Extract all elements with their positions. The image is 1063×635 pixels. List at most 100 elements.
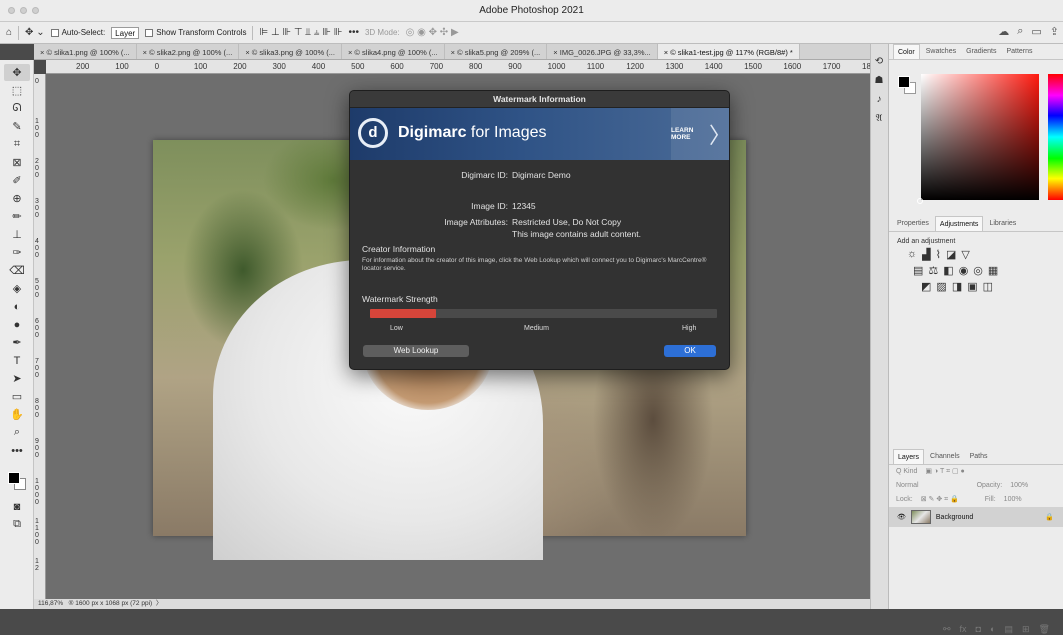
layer-row-background[interactable]: 👁 Background 🔒 [889,507,1063,527]
learn-more-button[interactable]: LEARN MORE 〉 [671,108,729,160]
ok-button[interactable]: OK [664,345,716,357]
type-tool-icon[interactable]: T [4,352,30,369]
blur-tool-icon[interactable]: ◐ [4,298,30,315]
gradient-map-icon[interactable]: ◫ [983,280,993,293]
document-tab[interactable]: × IMG_0026.JPG @ 33,3%... [547,44,658,59]
stamp-tool-icon[interactable]: ⊥ [4,226,30,243]
vibrance-icon[interactable]: ▽ [961,248,969,261]
character-icon[interactable]: 𝔄 [876,113,883,124]
trash-icon[interactable]: 🗑 [1039,624,1050,635]
panel-tab[interactable]: Patterns [1002,44,1036,59]
threshold-icon[interactable]: ◨ [952,280,962,293]
workspace-icon[interactable]: ▭ [1031,25,1041,38]
more-icon[interactable]: ••• [348,27,359,38]
foreground-color-swatch[interactable] [8,472,20,484]
marquee-tool-icon[interactable]: ⬚ [4,82,30,99]
hue-sat-icon[interactable]: ▤ [913,264,923,277]
move-tool-icon[interactable]: ✥ [4,64,30,81]
color-lookup-icon[interactable]: ▦ [988,264,998,277]
align-icons[interactable]: ⊫ ⊥ ⊪ ⊤ ⫫ ⫨ ⊪ ⊪ [259,27,342,38]
path-select-tool-icon[interactable]: ➤ [4,370,30,387]
photo-filter-icon[interactable]: ◉ [959,264,969,277]
curves-icon[interactable]: ⌇ [936,248,941,261]
panel-tab[interactable]: Layers [893,449,925,464]
auto-select-dropdown[interactable]: Layer [111,26,140,39]
hue-slider[interactable] [1048,74,1063,200]
fx-icon[interactable]: fx [960,624,967,635]
mask-icon[interactable]: ◘ [976,624,981,635]
document-info[interactable]: ® 1600 px x 1068 px (72 ppi) [69,600,153,607]
actions-icon[interactable]: ☗ [875,75,884,86]
search-icon[interactable]: ⌕ [1017,25,1023,38]
panel-tab[interactable]: Properties [893,216,933,231]
panel-tab[interactable]: Color [893,44,920,59]
adjustment-layer-icon[interactable]: ◐ [990,624,995,635]
panel-tab[interactable]: Paths [966,449,992,464]
share-icon[interactable]: ⇪ [1050,25,1059,38]
brush-settings-icon[interactable]: ♪ [877,94,882,105]
document-tab[interactable]: × © slika2.png @ 100% (... [137,44,240,59]
hand-tool-icon[interactable]: ✋ [4,406,30,423]
eye-icon[interactable]: 👁 [897,513,906,521]
color-picker-cursor[interactable] [917,198,923,204]
gradient-tool-icon[interactable]: ◈ [4,280,30,297]
crop-tool-icon[interactable]: ⌗ [4,136,30,153]
auto-select-checkbox[interactable] [50,28,59,37]
group-icon[interactable]: ▤ [1004,624,1013,635]
filter-icons[interactable]: ▣ ◑ T ⌗ ▢ ● [925,465,964,479]
eyedropper-tool-icon[interactable]: ✐ [4,172,30,189]
panel-tab[interactable]: Gradients [962,44,1000,59]
home-icon[interactable]: ⌂ [6,27,12,38]
document-tab[interactable]: × © slika1-test.jpg @ 117% (RGB/8#) * [657,44,800,59]
invert-icon[interactable]: ◩ [921,280,931,293]
posterize-icon[interactable]: ▨ [936,280,946,293]
show-transform-checkbox[interactable] [145,28,154,37]
zoom-tool-icon[interactable]: ⌕ [4,424,30,441]
channel-mixer-icon[interactable]: ◎ [973,264,983,277]
exposure-icon[interactable]: ◪ [946,248,956,261]
cloud-icon[interactable]: ☁ [998,25,1009,38]
fill-field[interactable]: 100% [1004,493,1022,507]
panel-tab[interactable]: Swatches [922,44,960,59]
eraser-tool-icon[interactable]: ⌫ [4,262,30,279]
dodge-tool-icon[interactable]: ● [4,316,30,333]
panel-tab[interactable]: Libraries [985,216,1020,231]
more-tools-icon[interactable]: ••• [4,442,30,459]
3d-mode-icons[interactable]: ◎ ◉ ✥ ✣ ▶ [406,27,459,38]
quick-select-tool-icon[interactable]: ✎ [4,118,30,135]
brightness-icon[interactable]: ☼ [907,248,917,261]
opacity-field[interactable]: 100% [1010,479,1028,493]
blend-mode-select[interactable]: Normal [896,479,919,493]
color-picker-field[interactable] [921,74,1039,200]
chevron-right-icon[interactable]: 〉 [156,600,163,607]
document-tab[interactable]: × © slika4.png @ 100% (... [342,44,445,59]
move-tool-icon[interactable]: ✥ ⌄ [25,27,45,38]
auto-select-option[interactable]: Auto-Select: [50,28,105,37]
panel-foreground-swatch[interactable] [898,76,910,88]
document-tab[interactable]: × © slika1.png @ 100% (... [34,44,137,59]
color-balance-icon[interactable]: ⚖ [928,264,938,277]
selective-color-icon[interactable]: ▣ [967,280,977,293]
panel-tab[interactable]: Channels [926,449,964,464]
bw-icon[interactable]: ◧ [943,264,953,277]
document-tab[interactable]: × © slika3.png @ 100% (... [239,44,342,59]
kind-filter[interactable]: Q Kind [896,465,917,479]
lock-icons[interactable]: ⊠ ✎ ✥ ⌗ 🔒 [921,493,959,507]
frame-tool-icon[interactable]: ⊠ [4,154,30,171]
web-lookup-button[interactable]: Web Lookup [363,345,469,357]
history-brush-tool-icon[interactable]: ✑ [4,244,30,261]
quick-mask-icon[interactable]: ◙ [4,498,30,515]
link-icon[interactable]: ⚯ [943,624,951,635]
new-layer-icon[interactable]: ⊞ [1022,624,1030,635]
show-transform-option[interactable]: Show Transform Controls [145,28,246,37]
pen-tool-icon[interactable]: ✒ [4,334,30,351]
levels-icon[interactable]: ▟ [922,248,930,261]
panel-tab[interactable]: Adjustments [934,216,984,231]
history-icon[interactable]: ⟲ [875,56,883,67]
rectangle-tool-icon[interactable]: ▭ [4,388,30,405]
lasso-tool-icon[interactable]: ᘏ [4,100,30,117]
document-tab[interactable]: × © slika5.png @ 209% (... [445,44,548,59]
screen-mode-icon[interactable]: ⧉ [4,516,30,533]
zoom-level[interactable]: 116,87% [38,600,63,607]
brush-tool-icon[interactable]: ✏ [4,208,30,225]
